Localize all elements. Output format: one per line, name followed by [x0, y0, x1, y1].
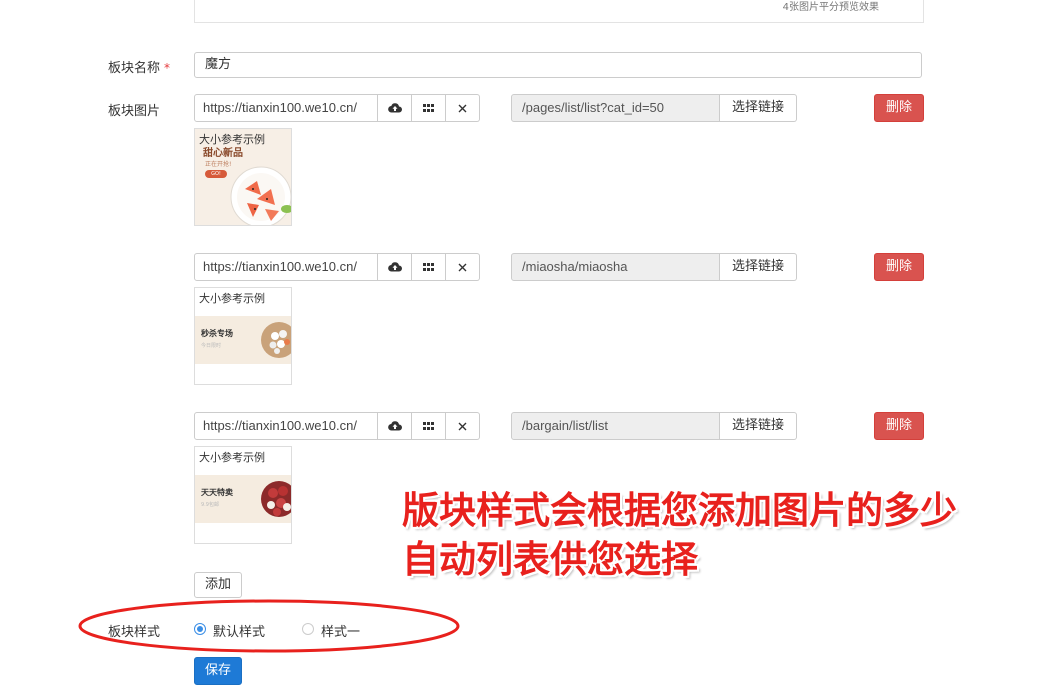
delete-button[interactable]: 删除 [874, 253, 924, 281]
lychee-image [261, 481, 291, 517]
choose-link-button[interactable]: 选择链接 [720, 412, 797, 440]
thumbnail-title: 天天特卖 [201, 488, 233, 497]
image-url-group: https://tianxin100.we10.cn/ [194, 253, 480, 281]
thumbnail-caption: 大小参考示例 [199, 292, 265, 305]
grid-icon [423, 103, 434, 112]
image-label: 板块图片 [108, 104, 161, 119]
thumbnail-title: 秒杀专场 [201, 329, 233, 338]
upload-button[interactable] [378, 253, 412, 281]
image-url-input[interactable]: https://tianxin100.we10.cn/ [194, 94, 378, 122]
link-group: /pages/list/list?cat_id=50 选择链接 [511, 94, 797, 122]
thumbnail-banner: 秒杀专场 今日限时 [195, 316, 291, 364]
clear-button[interactable] [446, 94, 480, 122]
gallery-button[interactable] [412, 94, 446, 122]
cloud-upload-icon [387, 103, 402, 113]
grid-icon [423, 421, 434, 430]
gallery-button[interactable] [412, 253, 446, 281]
required-mark: * [164, 61, 171, 75]
image-url-input[interactable]: https://tianxin100.we10.cn/ [194, 253, 378, 281]
name-label: 板块名称 * [108, 57, 170, 76]
close-icon [458, 263, 467, 271]
save-button[interactable]: 保存 [194, 657, 242, 685]
choose-link-button[interactable]: 选择链接 [720, 253, 797, 281]
seafood-image [261, 322, 291, 358]
add-image-button[interactable]: 添加 [194, 572, 242, 598]
close-icon [458, 104, 467, 112]
thumbnail-subtitle: 正在开抢! [205, 161, 232, 168]
clear-button[interactable] [446, 253, 480, 281]
annotation-line-2: 自动列表供您选择 [402, 538, 698, 581]
highlight-ellipse [78, 599, 460, 653]
block-name-input[interactable]: 魔方 [194, 52, 922, 78]
thumbnail-caption: 大小参考示例 [199, 451, 265, 464]
upload-button[interactable] [378, 412, 412, 440]
name-label-text: 板块名称 [108, 61, 161, 76]
link-input: /miaosha/miaosha [511, 253, 720, 281]
image-thumbnail: 大小参考示例 秒杀专场 今日限时 [194, 287, 292, 385]
link-input: /bargain/list/list [511, 412, 720, 440]
annotation-line-1: 版块样式会根据您添加图片的多少 [402, 489, 957, 532]
thumbnail-subtitle: 9.9包邮 [201, 502, 219, 508]
grid-icon [423, 262, 434, 271]
image-thumbnail: 大小参考示例 天天特卖 9.9包邮 [194, 446, 292, 544]
preview-note: 4张图片平分预览效果 [782, 2, 879, 13]
link-input: /pages/list/list?cat_id=50 [511, 94, 720, 122]
upload-button[interactable] [378, 94, 412, 122]
thumbnail-banner: 天天特卖 9.9包邮 [195, 475, 291, 523]
cloud-upload-icon [387, 421, 402, 431]
clear-button[interactable] [446, 412, 480, 440]
thumbnail-go-badge: GO! [205, 170, 227, 178]
preview-panel: 4张图片平分预览效果 [194, 0, 924, 23]
image-url-input[interactable]: https://tianxin100.we10.cn/ [194, 412, 378, 440]
choose-link-button[interactable]: 选择链接 [720, 94, 797, 122]
image-url-group: https://tianxin100.we10.cn/ [194, 412, 480, 440]
image-url-group: https://tianxin100.we10.cn/ [194, 94, 480, 122]
annotation-text: 版块样式会根据您添加图片的多少 自动列表供您选择 [402, 486, 957, 584]
delete-button[interactable]: 删除 [874, 412, 924, 440]
thumbnail-title: 甜心新品 [203, 148, 243, 159]
cloud-upload-icon [387, 262, 402, 272]
delete-button[interactable]: 删除 [874, 94, 924, 122]
gallery-button[interactable] [412, 412, 446, 440]
image-thumbnail: 大小参考示例 甜心新品 正在开抢! GO! [194, 128, 292, 226]
link-group: /bargain/list/list 选择链接 [511, 412, 797, 440]
thumbnail-subtitle: 今日限时 [201, 343, 222, 349]
close-icon [458, 422, 467, 430]
link-group: /miaosha/miaosha 选择链接 [511, 253, 797, 281]
